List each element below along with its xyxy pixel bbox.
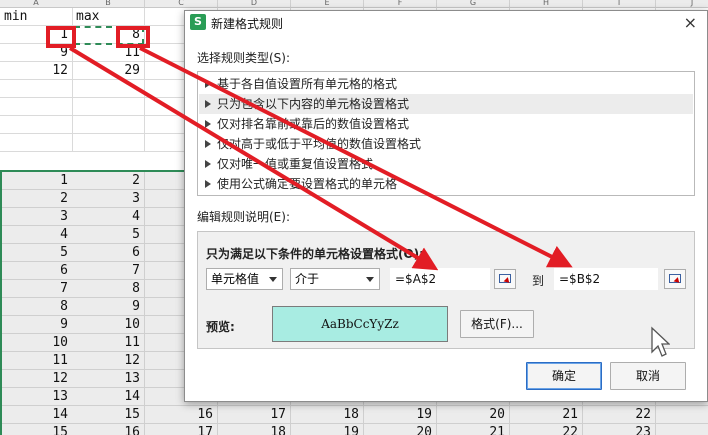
annotation-arrows [68, 46, 573, 271]
mouse-cursor-icon [651, 326, 670, 357]
arrow-to-value2 [139, 46, 573, 268]
arrow-to-value1 [68, 46, 439, 271]
